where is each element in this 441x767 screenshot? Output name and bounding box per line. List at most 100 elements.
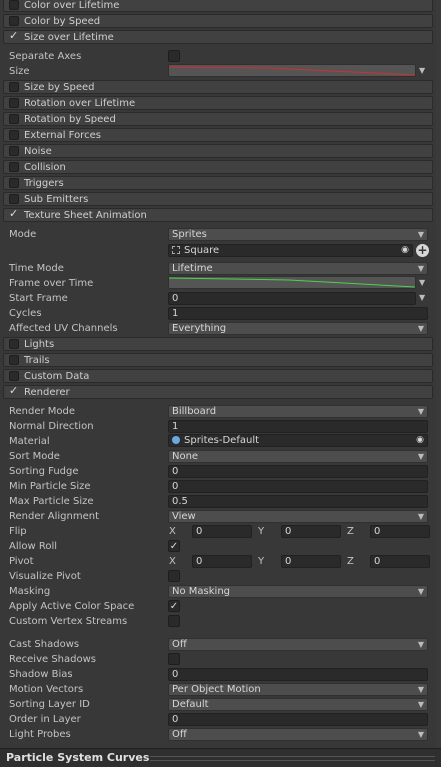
chevron-down-icon[interactable]: ▼ [419,65,425,77]
object-picker-icon[interactable]: ◉ [401,245,409,256]
module-checkbox[interactable] [9,130,19,140]
mode-dropdown[interactable]: Sprites ▼ [168,228,428,241]
cast-shadows-value: Off [172,639,187,650]
masking-dropdown[interactable]: No Masking ▼ [168,585,428,598]
module-checkbox[interactable] [9,194,19,204]
chevron-down-icon: ▼ [417,730,424,739]
min-particle-size-input[interactable]: 0 [168,480,428,493]
module-texture-sheet-animation[interactable]: ✓ Texture Sheet Animation [3,208,433,222]
module-label: Triggers [24,178,64,189]
module-sub-emitters[interactable]: Sub Emitters [3,192,433,206]
module-external-forces[interactable]: External Forces [3,128,433,142]
receive-shadows-checkbox[interactable] [168,653,180,665]
flip-z-input[interactable]: 0 [370,525,430,538]
curves-panel-header[interactable]: Particle System Curves [0,748,441,767]
add-icon[interactable]: + [416,244,429,257]
uv-channels-dropdown[interactable]: Everything ▼ [168,322,428,335]
cast-shadows-dropdown[interactable]: Off ▼ [168,638,428,651]
sorting-layer-dropdown[interactable]: Default ▼ [168,698,428,711]
order-in-layer-input[interactable]: 0 [168,713,428,726]
module-checkbox[interactable] [9,16,19,26]
custom-vertex-streams-checkbox[interactable] [168,615,180,627]
drag-handle-icon[interactable] [150,756,435,761]
module-checkbox[interactable] [9,371,19,381]
object-picker-icon[interactable]: ◉ [416,435,424,446]
pivot-x-input[interactable]: 0 [192,555,252,568]
module-rotation-by-speed[interactable]: Rotation by Speed [3,112,433,126]
module-rotation-over-lifetime[interactable]: Rotation over Lifetime [3,96,433,110]
time-mode-value: Lifetime [172,263,213,274]
start-frame-input[interactable]: 0 [168,292,416,305]
normal-direction-input[interactable]: 1 [168,420,428,433]
check-icon[interactable]: ✓ [9,30,21,42]
separate-axes-checkbox[interactable] [168,50,180,62]
module-triggers[interactable]: Triggers [3,176,433,190]
time-mode-dropdown[interactable]: Lifetime ▼ [168,262,428,275]
axis-x-label: X [169,556,176,567]
chevron-down-icon: ▼ [417,685,424,694]
motion-vectors-dropdown[interactable]: Per Object Motion ▼ [168,683,428,696]
chevron-down-icon: ▼ [417,324,424,333]
module-label: Texture Sheet Animation [24,210,147,221]
max-particle-size-input[interactable]: 0.5 [168,495,428,508]
frame-over-time-curve[interactable] [168,276,416,289]
module-checkbox[interactable] [9,355,19,365]
render-mode-value: Billboard [172,406,217,417]
chevron-down-icon[interactable]: ▼ [419,292,425,304]
module-checkbox[interactable] [9,98,19,108]
module-lights[interactable]: Lights [3,337,433,351]
module-size-by-speed[interactable]: Size by Speed [3,80,433,94]
module-label: External Forces [24,130,101,141]
chevron-down-icon: ▼ [417,230,424,239]
allow-roll-checkbox[interactable]: ✓ [168,540,180,552]
module-checkbox[interactable] [9,146,19,156]
size-curve[interactable] [168,64,416,77]
pivot-label: Pivot [9,556,34,567]
masking-label: Masking [9,586,51,597]
module-size-over-lifetime[interactable]: ✓ Size over Lifetime [3,30,433,44]
cycles-input[interactable]: 1 [168,307,428,320]
module-checkbox[interactable] [9,0,19,10]
min-particle-size-label: Min Particle Size [9,481,91,492]
module-checkbox[interactable] [9,82,19,92]
render-mode-label: Render Mode [9,406,76,417]
receive-shadows-label: Receive Shadows [9,654,96,665]
render-mode-dropdown[interactable]: Billboard ▼ [168,405,428,418]
module-checkbox[interactable] [9,162,19,172]
active-color-space-checkbox[interactable]: ✓ [168,600,180,612]
axis-y-label: Y [258,556,265,567]
flip-x-input[interactable]: 0 [192,525,252,538]
flip-y-input[interactable]: 0 [281,525,341,538]
module-noise[interactable]: Noise [3,144,433,158]
module-custom-data[interactable]: Custom Data [3,369,433,383]
sort-mode-dropdown[interactable]: None ▼ [168,450,428,463]
scrollbar[interactable] [436,0,441,748]
render-alignment-dropdown[interactable]: View ▼ [168,510,428,523]
module-collision[interactable]: Collision [3,160,433,174]
material-field[interactable]: Sprites-Default ◉ [168,434,428,447]
module-color-over-lifetime[interactable]: Color over Lifetime [3,0,433,12]
light-probes-value: Off [172,729,187,740]
check-icon[interactable]: ✓ [9,385,21,397]
pivot-z-input[interactable]: 0 [370,555,430,568]
render-alignment-label: Render Alignment [9,511,100,522]
sorting-fudge-input[interactable]: 0 [168,465,428,478]
module-color-by-speed[interactable]: Color by Speed [3,14,433,28]
shadow-bias-input[interactable]: 0 [168,668,428,681]
check-icon[interactable]: ✓ [9,208,21,220]
pivot-y-input[interactable]: 0 [281,555,341,568]
light-probes-label: Light Probes [9,729,71,740]
chevron-down-icon[interactable]: ▼ [419,277,425,289]
sprite-field[interactable]: Square ◉ [168,244,413,257]
module-renderer[interactable]: ✓ Renderer [3,385,433,399]
module-checkbox[interactable] [9,178,19,188]
module-checkbox[interactable] [9,339,19,349]
module-checkbox[interactable] [9,114,19,124]
sorting-layer-value: Default [172,699,209,710]
chevron-down-icon: ▼ [417,700,424,709]
cast-shadows-label: Cast Shadows [9,639,80,650]
visualize-pivot-checkbox[interactable] [168,570,180,582]
light-probes-dropdown[interactable]: Off ▼ [168,728,428,741]
module-trails[interactable]: Trails [3,353,433,367]
allow-roll-label: Allow Roll [9,541,58,552]
